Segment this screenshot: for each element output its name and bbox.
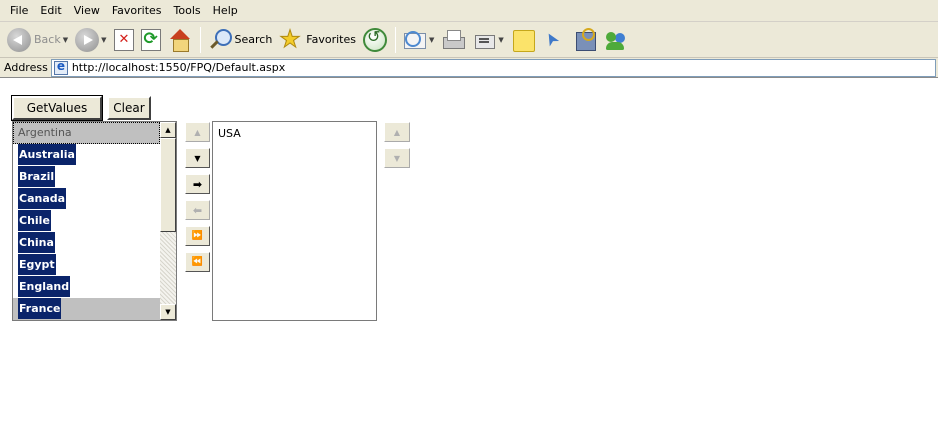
menu-file[interactable]: File [4,1,34,21]
star-icon [279,25,303,53]
print-button[interactable] [438,25,468,55]
list-item[interactable]: France [13,298,160,320]
address-input[interactable]: http://localhost:1550/FPQ/Default.aspx [50,58,936,77]
list-item[interactable]: China [13,232,160,254]
home-icon [168,28,192,52]
menu-help[interactable]: Help [207,1,244,21]
research-button[interactable] [570,25,600,55]
back-arrow-icon [7,27,31,52]
list-item[interactable]: USA [213,122,376,140]
move-down-button[interactable]: ▼ [185,148,210,168]
research-icon [573,27,597,52]
list-item-label: Brazil [18,166,56,187]
list-item[interactable]: Egypt [13,254,160,276]
address-label: Address [4,61,48,74]
menu-edit[interactable]: Edit [34,1,67,21]
list-item-label: Egypt [18,254,56,275]
list-item-label: Australia [18,144,76,165]
history-button[interactable] [360,25,390,55]
scroll-thumb[interactable] [160,138,176,232]
up-arrow-icon: ▲ [393,127,401,137]
menu-favorites[interactable]: Favorites [106,1,168,21]
cursor-button[interactable] [539,25,569,55]
clear-button[interactable]: Clear [107,96,151,120]
search-button[interactable]: Search [205,25,276,55]
favorites-label: Favorites [306,33,356,46]
list-item-label: Canada [18,188,67,209]
move-all-right-button[interactable]: ⏩ [185,226,210,246]
get-values-button[interactable]: GetValues [11,95,103,121]
favorites-button[interactable]: Favorites [276,25,359,55]
messenger-button[interactable] [601,25,631,55]
address-bar: Address http://localhost:1550/FPQ/Defaul… [0,58,938,78]
forward-dropdown-icon[interactable]: ▼ [101,36,106,44]
list-item-label: France [18,298,62,319]
address-url[interactable]: http://localhost:1550/FPQ/Default.aspx [72,61,285,74]
stop-icon [113,28,134,51]
toolbar-separator [395,26,396,53]
edit-icon [472,28,496,52]
list-item[interactable]: Brazil [13,166,160,188]
history-icon [363,27,387,52]
stop-button[interactable] [111,25,137,55]
list-item[interactable]: Argentina [13,122,160,144]
list-item-label: England [18,276,71,297]
right-arrow-icon: ➡ [192,177,203,191]
forward-arrow-icon [75,27,100,52]
list-item-label: Argentina [18,126,72,139]
move-all-left-button[interactable]: ⏪ [185,252,210,272]
double-left-arrow-icon: ⏪ [191,257,204,267]
scroll-down-icon[interactable]: ▼ [160,304,176,320]
cursor-icon [542,28,566,52]
menu-view[interactable]: View [68,1,106,21]
refresh-icon [140,28,161,51]
notes-button[interactable] [508,25,538,55]
move-right-button[interactable]: ➡ [185,174,210,194]
mail-dropdown-icon[interactable]: ▼ [429,36,434,44]
available-list[interactable]: Argentina Australia Brazil Canada Chile … [12,121,177,321]
edit-button[interactable]: ▼ [469,25,506,55]
mail-button[interactable]: ▼ [400,25,437,55]
back-button[interactable]: Back ▼ [4,25,71,55]
messenger-icon [604,28,628,52]
up-arrow-icon: ▲ [194,127,201,137]
selected-list[interactable]: USA [212,121,377,321]
available-list-items: Argentina Australia Brazil Canada Chile … [13,122,160,320]
selected-move-up-button[interactable]: ▲ [384,122,410,142]
search-icon [208,28,232,52]
list-item-label: Chile [18,210,51,231]
list-item[interactable]: Canada [13,188,160,210]
left-arrow-icon: ⬅ [192,203,203,217]
double-right-arrow-icon: ⏩ [191,231,204,241]
search-label: Search [234,33,273,46]
note-icon [511,28,535,52]
move-up-button[interactable]: ▲ [185,122,210,142]
move-left-button[interactable]: ⬅ [185,200,210,220]
toolbar-separator [199,26,201,53]
list-item[interactable]: Australia [13,144,160,166]
list-item-label: China [18,232,55,253]
refresh-button[interactable] [138,25,164,55]
down-arrow-icon: ▼ [393,153,401,163]
home-button[interactable] [165,25,195,55]
scroll-up-icon[interactable]: ▲ [160,122,176,138]
edit-dropdown-icon[interactable]: ▼ [498,36,503,44]
menu-tools[interactable]: Tools [168,1,207,21]
page-content: GetValues Clear Argentina Australia Braz… [0,80,938,440]
back-dropdown-icon[interactable]: ▼ [63,36,68,44]
available-list-scrollbar[interactable]: ▲ ▼ [160,122,176,320]
mail-icon [403,28,427,52]
back-label: Back [34,33,61,46]
menu-bar: File Edit View Favorites Tools Help [0,0,938,22]
ie-page-icon [53,59,68,75]
printer-icon [441,28,466,52]
selected-move-down-button[interactable]: ▼ [384,148,410,168]
list-item[interactable]: England [13,276,160,298]
list-item[interactable]: Chile [13,210,160,232]
down-arrow-icon: ▼ [194,153,201,163]
toolbar: Back ▼ ▼ Search Favorites ▼ ▼ [0,22,938,58]
forward-button[interactable]: ▼ [72,25,109,55]
